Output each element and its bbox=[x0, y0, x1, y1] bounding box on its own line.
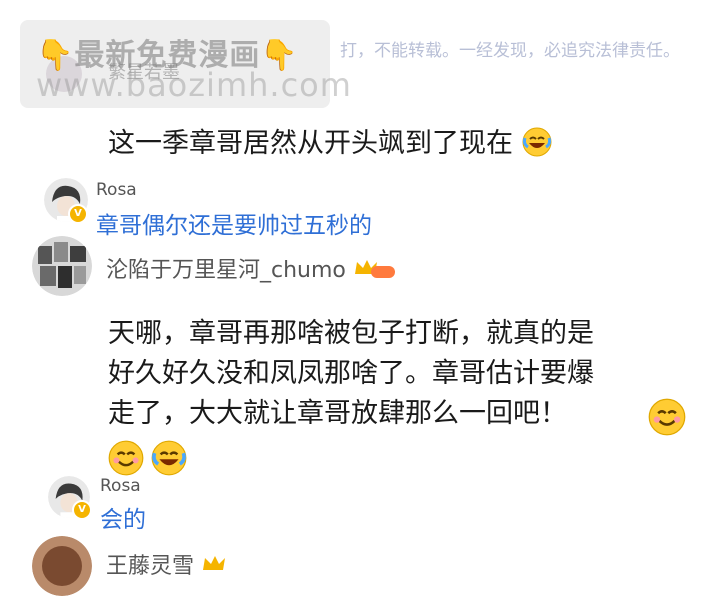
copyright-notice: 打，不能转载。一经发现，必追究法律责任。 bbox=[340, 41, 680, 61]
smiling-face-icon bbox=[108, 440, 144, 476]
crown-vip-icon bbox=[353, 258, 397, 280]
comment-text: 这一季章哥居然从开头飒到了现在 bbox=[108, 124, 552, 164]
comment-text-content: 这一季章哥居然从开头飒到了现在 bbox=[108, 128, 513, 159]
laughing-tears-icon bbox=[522, 127, 552, 157]
comment-text-line-content: 走了，大大就让章哥放肆那么一回吧！ bbox=[108, 398, 567, 429]
comment-username[interactable]: 沦陷于万里星河_chumo bbox=[106, 252, 397, 284]
avatar[interactable] bbox=[32, 236, 92, 296]
comment-text: 天哪，章哥再那啥被包子打断，就真的是 好久好久没和凤凤那啥了。章哥估计要爆 走了… bbox=[108, 314, 708, 436]
smiling-face-icon bbox=[648, 398, 686, 436]
crown-vip-icon bbox=[201, 554, 245, 576]
watermark-site: www.baozimh.com bbox=[36, 66, 352, 104]
avatar[interactable] bbox=[32, 536, 92, 596]
comment-text-line: 走了，大大就让章哥放肆那么一回吧！ bbox=[108, 394, 708, 436]
emoji-row bbox=[108, 440, 187, 476]
comment-username-text: 沦陷于万里星河_chumo bbox=[106, 258, 346, 283]
reply-username[interactable]: Rosa bbox=[100, 476, 141, 496]
verified-badge-icon: V bbox=[72, 500, 92, 520]
reply-username[interactable]: Rosa bbox=[96, 180, 137, 200]
comment-username-text: 王藤灵雪 bbox=[106, 554, 195, 579]
verified-badge-icon: V bbox=[68, 204, 88, 224]
laughing-tears-icon bbox=[151, 440, 187, 476]
comment-text-line: 好久好久没和凤凤那啥了。章哥估计要爆 bbox=[108, 358, 594, 389]
reply-text: 会的 bbox=[100, 507, 146, 533]
comment-username[interactable]: 王藤灵雪 bbox=[106, 548, 245, 580]
reply-text: 章哥偶尔还是要帅过五秒的 bbox=[96, 213, 372, 239]
comment-text-line: 天哪，章哥再那啥被包子打断，就真的是 bbox=[108, 318, 594, 349]
